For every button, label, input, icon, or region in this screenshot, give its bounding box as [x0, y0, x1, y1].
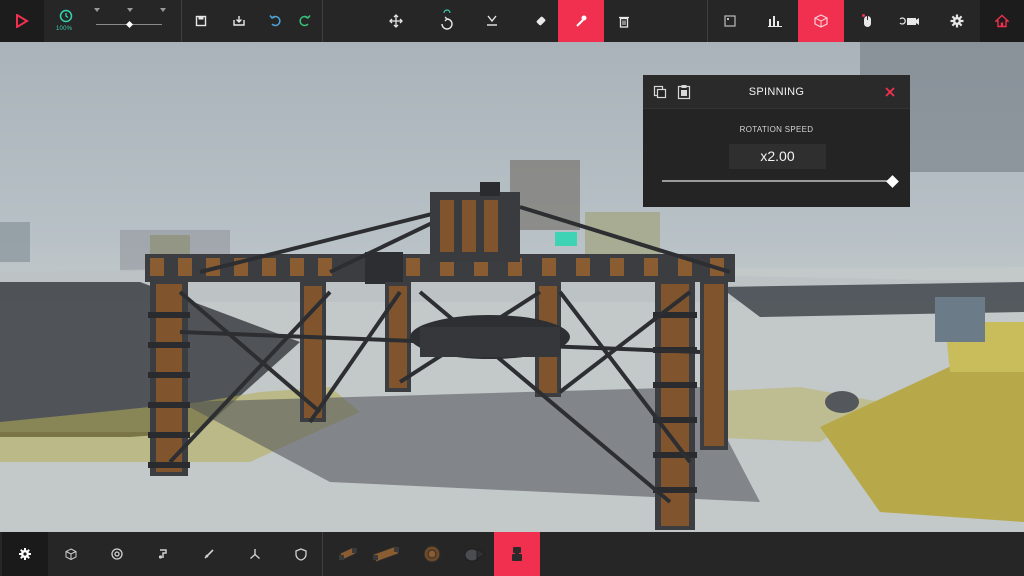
rotation-speed-handle[interactable] — [885, 174, 899, 188]
copy-icon[interactable] — [653, 85, 667, 99]
part-wheel-block[interactable] — [409, 532, 455, 576]
category-blocks[interactable] — [48, 532, 94, 576]
stats-icon — [768, 16, 782, 27]
category-weapons[interactable] — [186, 532, 232, 576]
panel-close-button[interactable] — [881, 83, 899, 101]
part-log[interactable] — [363, 532, 409, 576]
wheel-block-icon — [423, 545, 441, 563]
weapons-icon — [204, 549, 214, 559]
paste-icon[interactable] — [677, 84, 691, 100]
play-icon — [16, 14, 29, 28]
home-icon — [995, 14, 1009, 28]
mechanical-icon — [158, 549, 167, 559]
move-tool-button[interactable] — [373, 0, 419, 42]
flip-icon — [487, 15, 497, 26]
category-basic[interactable] — [2, 532, 48, 576]
rotate-icon — [441, 9, 453, 30]
load-icon — [233, 16, 245, 26]
flip-tool-button[interactable] — [469, 0, 515, 42]
block-mapper-button[interactable] — [798, 0, 844, 42]
camera-icon — [899, 17, 919, 25]
eraser-icon — [536, 16, 546, 26]
armour-icon — [295, 547, 307, 561]
panel-title: SPINNING — [748, 86, 805, 98]
slider-marker-max-icon — [160, 8, 166, 12]
part-spinning-block[interactable] — [494, 532, 540, 576]
blocks-icon — [65, 548, 77, 560]
category-armour[interactable] — [278, 532, 324, 576]
mouse-icon — [862, 14, 871, 27]
info-button[interactable] — [707, 0, 753, 42]
category-wheels[interactable] — [94, 532, 140, 576]
settings-icon — [950, 14, 964, 28]
block-settings-panel: SPINNING ROTATION SPEED x2.00 — [643, 75, 910, 207]
settings-button[interactable] — [934, 0, 980, 42]
panel-header: SPINNING — [643, 75, 910, 109]
top-toolbar: 100% — [0, 0, 1024, 42]
slider-marker-min-icon — [94, 8, 100, 12]
save-icon — [195, 15, 207, 27]
wrench-icon — [576, 15, 587, 27]
close-icon — [885, 87, 895, 97]
undo-icon — [269, 15, 281, 27]
stats-button[interactable] — [752, 0, 798, 42]
basic-icon — [19, 548, 31, 560]
wheels-icon — [111, 548, 123, 560]
time-slider-handle[interactable] — [125, 20, 133, 29]
bottom-toolbar — [0, 532, 1024, 576]
time-scale-button[interactable] — [46, 0, 86, 42]
move-icon — [389, 14, 403, 28]
trash-icon — [619, 16, 629, 28]
block-icon — [814, 14, 828, 28]
category-flight[interactable] — [232, 532, 278, 576]
clock-icon — [59, 9, 73, 23]
small-log-icon — [339, 546, 357, 561]
camera-button[interactable] — [886, 0, 932, 42]
rotation-speed-label: ROTATION SPEED — [739, 125, 814, 134]
home-button[interactable] — [980, 0, 1024, 42]
time-slider[interactable] — [92, 6, 172, 36]
part-steering-block[interactable] — [452, 532, 498, 576]
time-scale-label: 100% — [56, 26, 73, 32]
log-icon — [372, 545, 400, 563]
play-button[interactable] — [0, 0, 44, 42]
rotation-speed-slider[interactable] — [662, 180, 892, 182]
mouse-control-button[interactable] — [844, 0, 890, 42]
flight-icon — [250, 549, 260, 560]
rotate-tool-button[interactable] — [424, 0, 470, 42]
steering-block-icon — [464, 548, 486, 562]
delete-button[interactable] — [601, 0, 647, 42]
info-icon — [724, 15, 736, 27]
wrench-tool-button[interactable] — [558, 0, 604, 42]
slider-marker-mid-icon — [127, 8, 133, 12]
rotation-speed-value[interactable]: x2.00 — [729, 144, 826, 169]
spinning-block-icon — [512, 547, 522, 561]
category-mechanical[interactable] — [140, 532, 186, 576]
redo-icon — [299, 15, 311, 27]
